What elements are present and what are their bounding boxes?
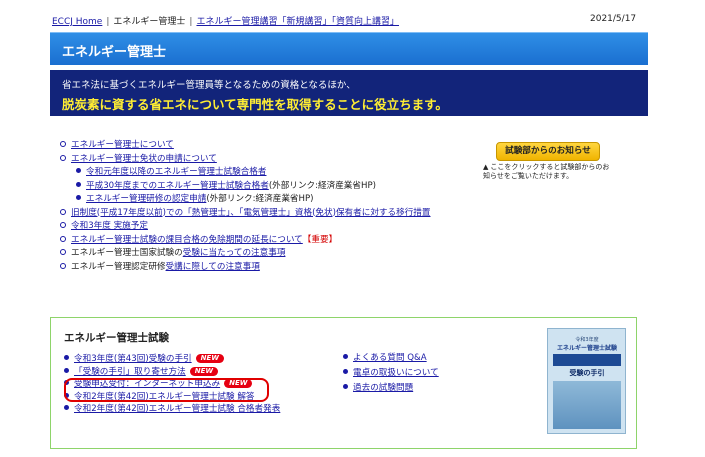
list-item-link[interactable]: 平成30年度までのエネルギー管理士試験合格者 (86, 181, 269, 191)
bullet-icon (64, 405, 69, 410)
brochure-thumbnail[interactable]: 令和3年度 エネルギー管理士試験 受験の手引 (547, 328, 626, 434)
update-date: 2021/5/17 (590, 14, 637, 24)
brochure-year: 令和3年度 (575, 337, 599, 343)
list-item-suffix: (外部リンク:経済産業省HP) (268, 180, 376, 191)
list-item-suffix: 【重要】 (302, 234, 338, 245)
list-item-link[interactable]: 旧制度(平成17年度以前)での「熱管理士」、「電気管理士」資格(免状)保有者に対… (71, 208, 431, 218)
list-item: エネルギー管理士国家試験の受験に当たっての注意事項 (60, 247, 431, 261)
bullet-icon (60, 154, 66, 161)
bullet-icon (76, 181, 81, 187)
mission-banner: 省エネ法に基づくエネルギー管理員等となるための資格となるほか、 脱炭素に資する省… (50, 70, 648, 116)
separator: | (106, 17, 110, 27)
breadcrumb: ECCJ Home | エネルギー管理士 | エネルギー管理講習「新規講習」「資質向上講… (52, 14, 652, 28)
mission-line-1: 省エネ法に基づくエネルギー管理員等となるための資格となるほか、 (62, 80, 356, 91)
list-item-link[interactable]: エネルギー管理士免状の申請について (71, 154, 217, 164)
faq-link[interactable]: 電卓の取扱いについて (353, 368, 439, 378)
faq-link-list: よくある質問 Q&A 電卓の取扱いについて 過去の試験問題 (343, 351, 439, 396)
list-item-prefix: エネルギー管理士国家試験の (71, 248, 183, 258)
list-item-link[interactable]: 令和元年度以降のエネルギー管理士試験合格者 (86, 167, 266, 177)
list-item-link[interactable]: 令和3年度 実施予定 (71, 221, 148, 231)
list-item: エネルギー管理認定研修受講に際しての注意事項 (60, 261, 431, 275)
course-link[interactable]: エネルギー管理講習「新規講習」「資質向上講習」 (196, 17, 399, 27)
bullet-icon (60, 249, 66, 255)
exam-item-link[interactable]: 令和3年度(第43回)受験の手引 (74, 354, 192, 364)
eccj-home-link[interactable]: ECCJ Home (52, 17, 102, 27)
exam-item-link[interactable]: 令和2年度(第42回)エネルギー管理士試験 合格者発表 (74, 404, 280, 414)
list-item: エネルギー管理研修の認定申請(外部リンク:経済産業省HP) (60, 193, 431, 207)
bullet-icon (343, 354, 348, 359)
bullet-icon (343, 384, 348, 389)
notice-note-text: ここをクリックすると試験部からのお知らせをご覧いただけます。 (483, 163, 610, 180)
page-title: エネルギー管理士 (62, 45, 167, 60)
list-item: エネルギー管理士について (60, 139, 431, 153)
bullet-icon (60, 141, 66, 147)
list-item-suffix: (外部リンク:経済産業省HP) (206, 194, 314, 204)
list-item: エネルギー管理士免状の申請について (60, 153, 431, 167)
exam-section-title: エネルギー管理士試験 (64, 332, 169, 344)
exam-item-link[interactable]: 「受験の手引」取り寄せ方法 (74, 367, 186, 377)
bullet-icon (343, 369, 348, 374)
exam-list-item: 令和3年度(第43回)受験の手引 NEW (64, 353, 280, 366)
new-badge: NEW (189, 366, 219, 376)
list-item: 平成30年度までのエネルギー管理士試験合格者(外部リンク:経済産業省HP) (60, 180, 431, 194)
separator: | (189, 17, 193, 27)
list-item-link[interactable]: 受験に当たっての注意事項 (183, 248, 286, 258)
triangle-icon: ▲ (483, 163, 489, 171)
exam-list-item: 「受験の手引」取り寄せ方法 NEW (64, 366, 280, 379)
list-item-prefix: エネルギー管理認定研修 (71, 261, 166, 272)
list-item: 令和3年度 実施予定 (60, 220, 431, 234)
exam-notice-button[interactable]: 試験部からのお知らせ (496, 142, 600, 161)
new-badge: NEW (195, 354, 225, 363)
brochure-subtitle: 受験の手引 (569, 369, 605, 377)
brochure-title: エネルギー管理士試験 (556, 345, 617, 352)
faq-link[interactable]: よくある質問 Q&A (353, 353, 427, 363)
bullet-icon (76, 195, 81, 200)
bullet-icon (60, 235, 66, 242)
faq-list-item: 電卓の取扱いについて (343, 366, 439, 381)
list-item: エネルギー管理士試験の課目合格の免除期間の延長について【重要】 (60, 234, 431, 248)
list-item-link[interactable]: 受講に際しての注意事項 (166, 262, 260, 272)
notice-note: ▲ ここをクリックすると試験部からのお知らせをご覧いただけます。 (483, 163, 613, 181)
bullet-icon (60, 262, 66, 269)
list-item-link[interactable]: エネルギー管理研修の認定申請 (86, 194, 206, 204)
brochure-band (553, 354, 621, 366)
list-item-link[interactable]: エネルギー管理士について (71, 140, 174, 150)
faq-list-item: 過去の試験問題 (343, 381, 439, 396)
exam-list-item: 令和2年度(第42回)エネルギー管理士試験 合格者発表 (64, 403, 280, 416)
bullet-icon (64, 355, 69, 360)
list-item: 旧制度(平成17年度以前)での「熱管理士」、「電気管理士」資格(免状)保有者に対… (60, 207, 431, 221)
main-link-list: エネルギー管理士についてエネルギー管理士免状の申請について令和元年度以降のエネル… (60, 139, 431, 274)
title-band: エネルギー管理士 (50, 32, 648, 65)
bullet-icon (76, 168, 81, 173)
list-item-link[interactable]: エネルギー管理士試験の課目合格の免除期間の延長について (71, 235, 303, 245)
brochure-image (553, 381, 621, 429)
faq-list-item: よくある質問 Q&A (343, 351, 439, 366)
current-page-label: エネルギー管理士 (113, 17, 186, 27)
mission-line-2: 脱炭素に資する省エネについて専門性を取得することに役立ちます。 (62, 97, 448, 112)
bullet-icon (60, 222, 66, 228)
list-item: 令和元年度以降のエネルギー管理士試験合格者 (60, 166, 431, 180)
faq-link[interactable]: 過去の試験問題 (353, 383, 413, 393)
highlight-outline (64, 378, 269, 402)
bullet-icon (64, 367, 69, 373)
bullet-icon (60, 208, 66, 215)
